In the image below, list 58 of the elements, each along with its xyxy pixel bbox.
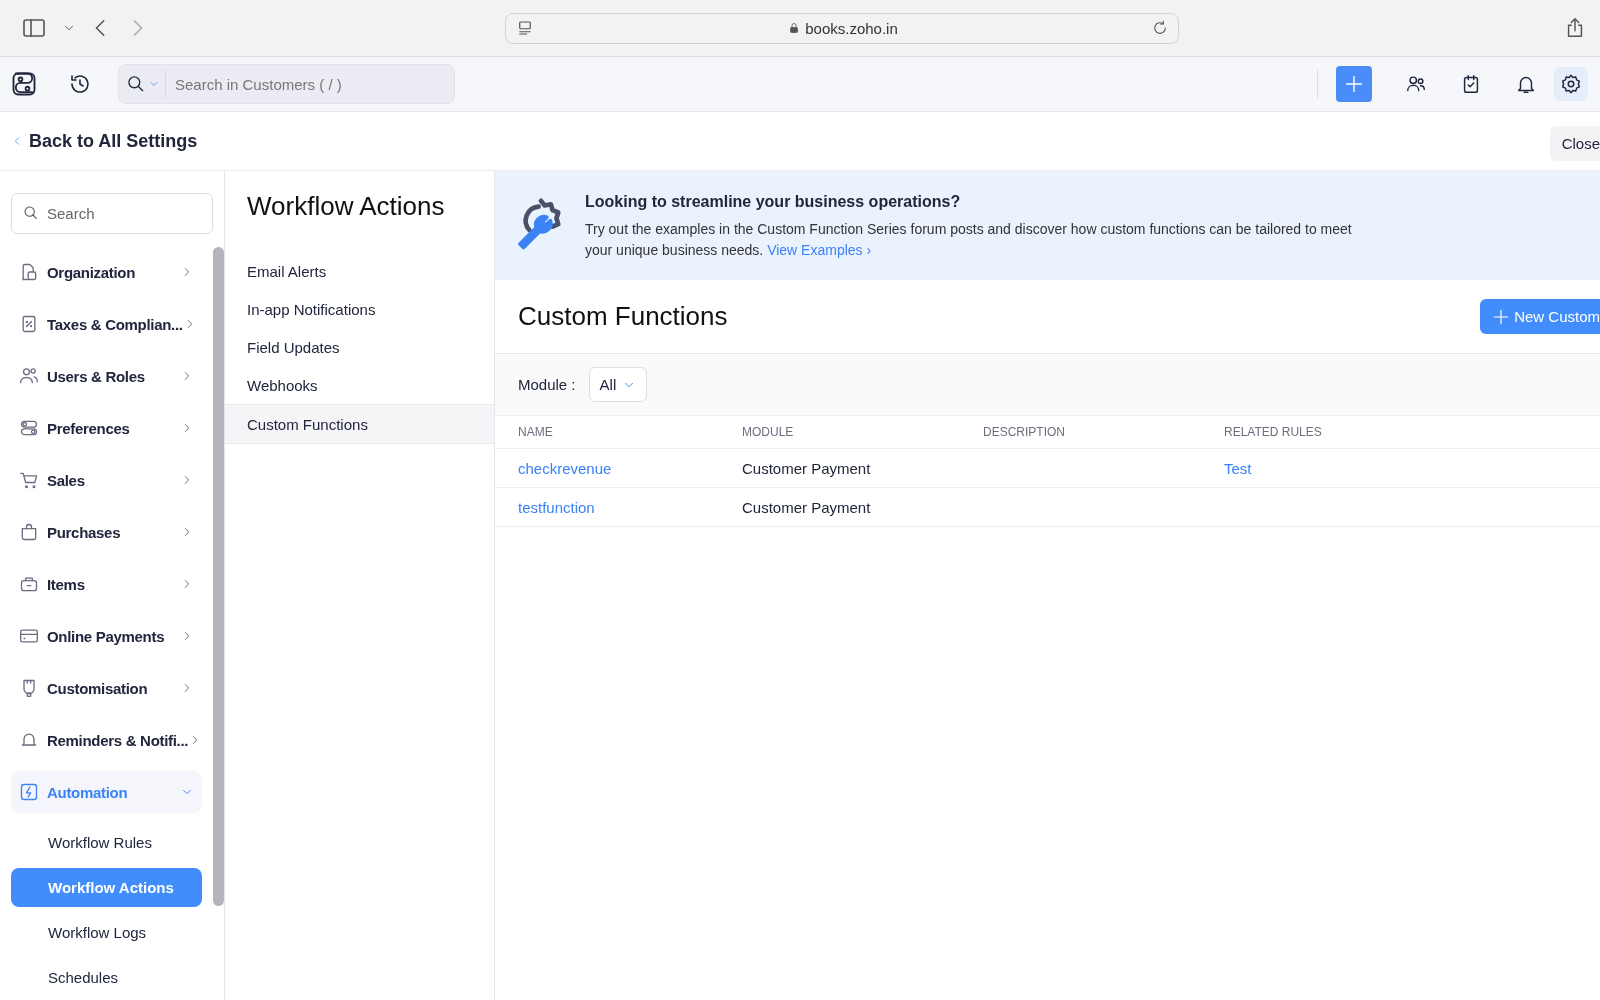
reload-icon xyxy=(1152,20,1168,36)
search-icon xyxy=(23,205,39,221)
settings-subitem[interactable]: Schedules xyxy=(11,958,202,997)
action-menu-item[interactable]: Webhooks xyxy=(225,366,494,404)
banner-text: Try out the examples in the Custom Function Series forum posts and discover how custom functions can be tailored to meet your unique business needs. View Examples › xyxy=(585,220,1353,260)
module-dropdown[interactable]: All xyxy=(588,367,648,402)
bag-icon xyxy=(19,522,39,542)
settings-category[interactable]: Organization xyxy=(11,251,202,293)
add-button[interactable] xyxy=(1336,66,1372,102)
sidebar-toggle-icon xyxy=(20,16,48,40)
column-header: RELATED RULES xyxy=(1224,425,1322,439)
settings-category[interactable]: Customisation xyxy=(11,667,202,709)
column-header: NAME xyxy=(518,425,553,439)
settings-category[interactable]: Users & Roles xyxy=(11,355,202,397)
page-title: Custom Functions xyxy=(518,301,729,332)
column-header: MODULE xyxy=(742,425,794,439)
search-icon xyxy=(126,74,146,94)
rule-link[interactable]: Test xyxy=(1224,459,1252,477)
close-button[interactable]: Close xyxy=(1549,125,1600,161)
toggles-icon xyxy=(19,418,39,438)
page-icon xyxy=(516,19,534,37)
table-cell: Customer Payment xyxy=(742,498,871,516)
settings-subitem[interactable]: Workflow Rules xyxy=(11,823,202,862)
settings-category[interactable]: Preferences xyxy=(11,407,202,449)
scrollbar[interactable] xyxy=(213,247,224,906)
function-link[interactable]: checkrevenue xyxy=(518,459,612,477)
users-icon xyxy=(19,366,39,386)
back-link[interactable]: Back to All Settings xyxy=(29,130,198,152)
plus-icon xyxy=(1343,73,1365,95)
action-menu-item[interactable]: Email Alerts xyxy=(225,252,494,290)
function-link[interactable]: testfunction xyxy=(518,498,595,516)
section-title: Workflow Actions xyxy=(247,191,446,222)
filter-label: Module : xyxy=(518,376,576,393)
url-text: books.zoho.in xyxy=(805,19,898,37)
table-cell: Customer Payment xyxy=(742,459,871,477)
settings-category[interactable]: Sales xyxy=(11,459,202,501)
lock-icon xyxy=(788,21,801,35)
settings-subitem[interactable]: Workflow Logs xyxy=(11,913,202,952)
bolt-icon xyxy=(19,782,39,802)
action-menu-item[interactable]: Custom Functions xyxy=(225,404,494,444)
action-menu-item[interactable]: Field Updates xyxy=(225,328,494,366)
plus-icon xyxy=(1492,307,1511,326)
settings-category[interactable]: Taxes & Complian... xyxy=(11,303,202,345)
settings-category[interactable]: Reminders & Notifi... xyxy=(11,719,202,761)
settings-search-field[interactable]: Search xyxy=(11,193,213,234)
action-menu-item[interactable]: In-app Notifications xyxy=(225,290,494,328)
settings-category[interactable]: Online Payments xyxy=(11,615,202,657)
history-icon xyxy=(68,72,92,96)
settings-button[interactable] xyxy=(1554,67,1588,101)
settings-category[interactable]: Purchases xyxy=(11,511,202,553)
cart-icon xyxy=(19,470,39,490)
banner-heading: Looking to streamline your business operations? xyxy=(585,193,962,211)
logo-icon xyxy=(10,70,38,98)
settings-icon xyxy=(1560,73,1582,95)
global-search-field[interactable]: Search in Customers ( / ) xyxy=(118,64,455,104)
settings-category[interactable]: Items xyxy=(11,563,202,605)
back-chevron-icon xyxy=(12,134,22,148)
column-header: DESCRIPTION xyxy=(983,425,1065,439)
